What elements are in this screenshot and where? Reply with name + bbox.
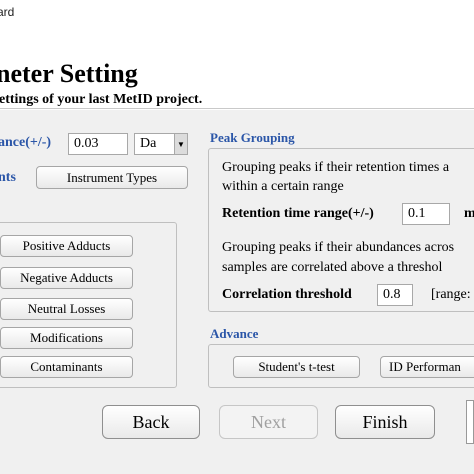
positive-adducts-button[interactable]: Positive Adducts [0, 235, 133, 257]
correlation-threshold-input[interactable]: 0.8 [377, 284, 413, 306]
contaminants-button[interactable]: Contaminants [0, 356, 133, 378]
abundance-description-line1: Grouping peaks if their abundances acros [222, 240, 455, 255]
back-button[interactable]: Back [102, 405, 200, 439]
advance-title: Advance [210, 326, 259, 341]
negative-adducts-button[interactable]: Negative Adducts [0, 267, 133, 289]
mass-tolerance-input[interactable]: 0.03 [68, 133, 128, 155]
mass-unit-value: Da [140, 136, 157, 151]
mass-tolerance-value: 0.03 [74, 136, 99, 151]
correlation-threshold-value: 0.8 [383, 287, 401, 302]
rt-description-line2: within a certain range [222, 179, 344, 194]
next-button[interactable]: Next [219, 405, 318, 439]
correlation-threshold-label: Correlation threshold [222, 287, 352, 302]
instrument-label: nts [0, 170, 16, 185]
retention-time-unit: m [464, 206, 474, 221]
retention-time-value: 0.1 [408, 206, 426, 221]
correlation-range-label: [range: [431, 287, 471, 302]
peak-grouping-title: Peak Grouping [210, 130, 295, 145]
finish-button[interactable]: Finish [335, 405, 435, 439]
retention-time-input[interactable]: 0.1 [402, 203, 450, 225]
abundance-description-line2: samples are correlated above a threshol [222, 260, 443, 275]
mass-unit-select[interactable]: Da ▼ [134, 133, 188, 155]
window-title: ard [0, 5, 15, 19]
modifications-button[interactable]: Modifications [0, 327, 133, 349]
neutral-losses-button[interactable]: Neutral Losses [0, 298, 133, 320]
retention-time-label: Retention time range(+/-) [222, 206, 374, 221]
partial-cancel-button[interactable] [466, 400, 474, 444]
id-performance-button[interactable]: ID Performan [380, 356, 474, 378]
chevron-down-icon[interactable]: ▼ [174, 134, 187, 154]
title-bar: ard [0, 0, 474, 25]
page-title: neter Setting [0, 59, 138, 88]
page-subtitle: ettings of your last MetID project. [0, 92, 203, 107]
instrument-types-button[interactable]: Instrument Types [36, 166, 188, 189]
students-t-test-button[interactable]: Student's t-test [233, 356, 360, 378]
wizard-header: neter Setting ettings of your last MetID… [0, 24, 474, 128]
mass-tolerance-label: ance(+/-) [0, 135, 52, 150]
rt-description-line1: Grouping peaks if their retention times … [222, 160, 450, 175]
